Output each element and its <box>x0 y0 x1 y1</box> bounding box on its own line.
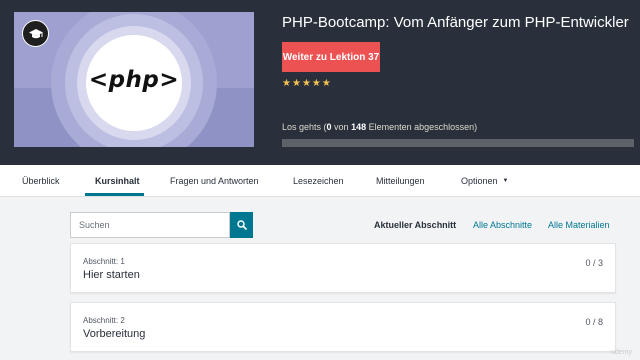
progress-text: Los gehts (0 von 148 Elementen abgeschlo… <box>282 122 477 132</box>
graduation-cap-icon <box>22 20 49 47</box>
section-progress-count: 0 / 3 <box>585 258 603 268</box>
filter-all-sections[interactable]: Alle Abschnitte <box>473 220 532 230</box>
progress-total: 148 <box>351 122 367 132</box>
section-number: Abschnitt: 1 <box>83 257 125 266</box>
php-logo-text: <php> <box>88 67 180 93</box>
watermark: udemy <box>610 349 632 356</box>
continue-lesson-button[interactable]: Weiter zu Lektion 37 <box>282 42 380 72</box>
search-icon <box>236 220 247 230</box>
filter-all-materials[interactable]: Alle Materialien <box>548 220 610 230</box>
star-icon: ★ <box>301 78 311 89</box>
rating-stars[interactable]: ★ ★ ★ ★ ★ <box>282 78 331 90</box>
section-card[interactable]: Abschnitt: 1 Hier starten 0 / 3 <box>70 243 616 293</box>
section-title: Hier starten <box>83 269 140 281</box>
progress-suffix: Elementen abgeschlossen) <box>366 122 478 132</box>
star-icon: ★ <box>321 78 331 89</box>
tab-bookmarks[interactable]: Lesezeichen <box>293 165 344 197</box>
star-icon: ★ <box>291 78 301 89</box>
tab-overview[interactable]: Überblick <box>22 165 60 197</box>
tab-announcements[interactable]: Mitteilungen <box>376 165 425 197</box>
section-title: Vorbereitung <box>83 328 146 340</box>
progress-bar <box>282 139 634 147</box>
progress-prefix: Los gehts ( <box>282 122 327 132</box>
section-card[interactable]: Abschnitt: 2 Vorbereitung 0 / 8 <box>70 302 616 352</box>
course-title: PHP-Bootcamp: Vom Anfänger zum PHP-Entwi… <box>282 14 629 31</box>
tab-options[interactable]: Optionen ▼ <box>461 165 508 197</box>
star-icon: ★ <box>282 78 291 89</box>
tab-options-label: Optionen <box>461 176 498 186</box>
tab-qa[interactable]: Fragen und Antworten <box>170 165 259 197</box>
star-icon: ★ <box>311 78 321 89</box>
section-progress-count: 0 / 8 <box>585 317 603 327</box>
progress-middle: von <box>331 122 352 132</box>
section-number: Abschnitt: 2 <box>83 316 125 325</box>
search-input[interactable] <box>70 212 230 238</box>
filter-current-section[interactable]: Aktueller Abschnitt <box>374 220 456 230</box>
chevron-down-icon: ▼ <box>502 178 509 184</box>
search-button[interactable] <box>230 212 253 238</box>
course-thumbnail[interactable]: <php> <box>14 12 254 147</box>
course-header: <php> PHP-Bootcamp: Vom Anfänger zum PHP… <box>0 0 640 165</box>
active-tab-indicator <box>85 193 144 196</box>
